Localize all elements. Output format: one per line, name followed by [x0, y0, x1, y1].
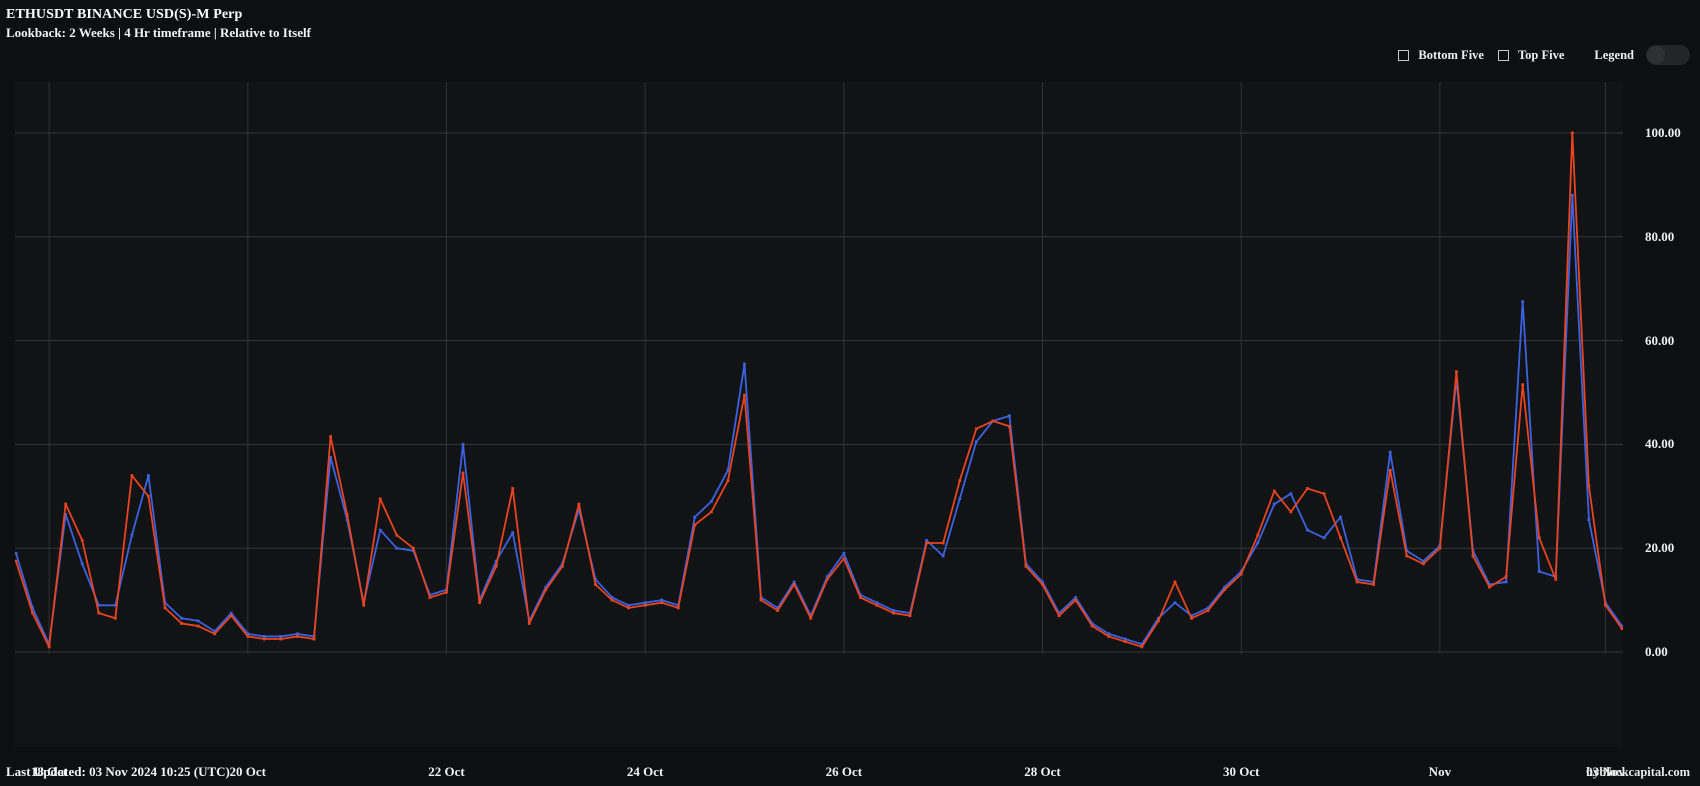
y-axis-tick-label: 60.00 — [1645, 332, 1675, 348]
x-axis-tick-label: 24 Oct — [626, 764, 664, 779]
plot-svg — [15, 82, 1623, 747]
y-axis-tick-label: 40.00 — [1645, 436, 1675, 452]
legend-toggle[interactable] — [1646, 45, 1690, 65]
legend-label: Legend — [1594, 47, 1634, 62]
y-axis-tick-label: 80.00 — [1645, 228, 1675, 244]
page-title: ETHUSDT BINANCE USD(S)-M Perp — [6, 7, 243, 22]
legend-toggle-knob — [1647, 46, 1665, 64]
x-axis-tick-label: 22 Oct — [428, 764, 465, 779]
x-axis-tick-label: Nov — [1428, 764, 1452, 779]
chart-controls: Bottom Five Top Five Legend — [1384, 44, 1690, 66]
x-axis-tick-label: 26 Oct — [825, 764, 863, 779]
bottom-five-control[interactable]: Bottom Five — [1398, 48, 1484, 62]
chart-app: ETHUSDT BINANCE USD(S)-M Perp Lookback: … — [0, 0, 1700, 786]
bottom-five-label: Bottom Five — [1418, 48, 1484, 62]
y-axis-tick-label: 0.00 — [1645, 644, 1668, 659]
watermark: hyblockcapital.com — [1586, 765, 1690, 779]
top-five-label: Top Five — [1517, 48, 1565, 62]
y-axis-tick-label: 20.00 — [1645, 540, 1675, 556]
last-updated-text: Last Updated: 03 Nov 2024 10:25 (UTC) — [6, 764, 230, 779]
plot-canvas — [15, 82, 1623, 747]
header: ETHUSDT BINANCE USD(S)-M Perp Lookback: … — [6, 6, 311, 41]
chart-area: 0.00 20.00 40.00 60.00 80.00 100.00 18 Oct 20 … — [0, 70, 1700, 779]
x-axis-tick-label: 20 Oct — [229, 764, 267, 779]
page-subtitle: Lookback: 2 Weeks | 4 Hr timeframe | Rel… — [6, 25, 311, 40]
top-five-control[interactable]: Top Five — [1497, 48, 1565, 62]
x-axis-tick-label: 30 Oct — [1222, 764, 1260, 779]
x-axis-tick-label: 28 Oct — [1024, 764, 1061, 779]
top-five-checkbox[interactable] — [1497, 49, 1509, 61]
bottom-five-checkbox[interactable] — [1398, 49, 1410, 61]
y-axis-tick-label: 100.00 — [1645, 124, 1681, 140]
